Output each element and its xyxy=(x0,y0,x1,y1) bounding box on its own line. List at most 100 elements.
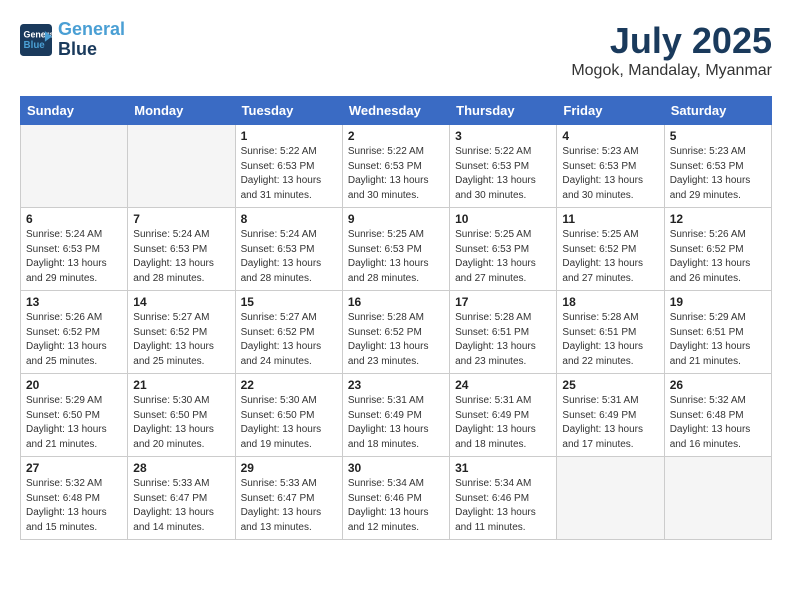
day-number: 19 xyxy=(670,295,766,309)
day-number: 1 xyxy=(241,129,337,143)
day-number: 26 xyxy=(670,378,766,392)
day-number: 20 xyxy=(26,378,122,392)
day-number: 13 xyxy=(26,295,122,309)
calendar-cell: 23Sunrise: 5:31 AM Sunset: 6:49 PM Dayli… xyxy=(342,374,449,457)
day-info: Sunrise: 5:23 AM Sunset: 6:53 PM Dayligh… xyxy=(670,145,766,203)
month-year: July 2025 xyxy=(571,20,772,62)
calendar-week-row: 27 Sunrise: 5:32 AM Sunset: 6:48 PM Dayli… xyxy=(21,457,772,540)
day-number: 9 xyxy=(348,212,444,226)
day-info: Sunrise: 5:24 AM Sunset: 6:53 PM Dayligh… xyxy=(241,228,337,286)
logo-icon: General Blue xyxy=(20,24,52,56)
day-info: Sunrise: 5:30 AM Sunset: 6:50 PM Dayligh… xyxy=(133,394,229,452)
day-number: 12 xyxy=(670,212,766,226)
calendar-cell: 13 Sunrise: 5:26 AM Sunset: 6:52 PM Dayli… xyxy=(21,291,128,374)
day-number: 11 xyxy=(562,212,658,226)
day-number: 16 xyxy=(348,295,444,309)
page-header: General Blue GeneralBlue July 2025 Mogok… xyxy=(20,20,772,80)
day-number: 14 xyxy=(133,295,229,309)
title-block: July 2025 Mogok, Mandalay, Myanmar xyxy=(571,20,772,80)
day-number: 27 xyxy=(26,461,122,475)
day-number: 31 xyxy=(455,461,551,475)
day-info: Sunrise: 5:23 AM Sunset: 6:53 PM Dayligh… xyxy=(562,145,658,203)
calendar-cell: 31 Sunrise: 5:34 AM Sunset: 6:46 PM Dayli… xyxy=(450,457,557,540)
day-info: Sunrise: 5:31 AM Sunset: 6:49 PM Dayligh… xyxy=(455,394,551,452)
day-number: 8 xyxy=(241,212,337,226)
calendar-cell xyxy=(21,125,128,208)
calendar-cell: 18Sunrise: 5:28 AM Sunset: 6:51 PM Dayli… xyxy=(557,291,664,374)
calendar-cell: 2Sunrise: 5:22 AM Sunset: 6:53 PM Daylig… xyxy=(342,125,449,208)
calendar-cell: 9Sunrise: 5:25 AM Sunset: 6:53 PM Daylig… xyxy=(342,208,449,291)
calendar-cell: 8 Sunrise: 5:24 AM Sunset: 6:53 PM Daylig… xyxy=(235,208,342,291)
calendar-cell: 15 Sunrise: 5:27 AM Sunset: 6:52 PM Dayli… xyxy=(235,291,342,374)
calendar-week-row: 13 Sunrise: 5:26 AM Sunset: 6:52 PM Dayli… xyxy=(21,291,772,374)
day-info: Sunrise: 5:32 AM Sunset: 6:48 PM Dayligh… xyxy=(26,477,122,535)
day-info: Sunrise: 5:27 AM Sunset: 6:52 PM Dayligh… xyxy=(133,311,229,369)
day-number: 15 xyxy=(241,295,337,309)
calendar-cell: 24 Sunrise: 5:31 AM Sunset: 6:49 PM Dayli… xyxy=(450,374,557,457)
day-number: 30 xyxy=(348,461,444,475)
day-info: Sunrise: 5:26 AM Sunset: 6:52 PM Dayligh… xyxy=(670,228,766,286)
weekday-header: Friday xyxy=(557,97,664,125)
calendar-cell: 14 Sunrise: 5:27 AM Sunset: 6:52 PM Dayli… xyxy=(128,291,235,374)
calendar-cell xyxy=(128,125,235,208)
calendar-cell: 17 Sunrise: 5:28 AM Sunset: 6:51 PM Dayli… xyxy=(450,291,557,374)
day-number: 17 xyxy=(455,295,551,309)
day-info: Sunrise: 5:24 AM Sunset: 6:53 PM Dayligh… xyxy=(133,228,229,286)
calendar-cell xyxy=(557,457,664,540)
calendar-week-row: 1 Sunrise: 5:22 AM Sunset: 6:53 PM Daylig… xyxy=(21,125,772,208)
calendar-cell: 11 Sunrise: 5:25 AM Sunset: 6:52 PM Dayli… xyxy=(557,208,664,291)
day-info: Sunrise: 5:34 AM Sunset: 6:46 PM Dayligh… xyxy=(455,477,551,535)
day-number: 2 xyxy=(348,129,444,143)
logo: General Blue GeneralBlue xyxy=(20,20,125,60)
weekday-header: Thursday xyxy=(450,97,557,125)
day-number: 10 xyxy=(455,212,551,226)
day-info: Sunrise: 5:34 AM Sunset: 6:46 PM Dayligh… xyxy=(348,477,444,535)
weekday-header-row: SundayMondayTuesdayWednesdayThursdayFrid… xyxy=(21,97,772,125)
weekday-header: Sunday xyxy=(21,97,128,125)
calendar-cell: 19Sunrise: 5:29 AM Sunset: 6:51 PM Dayli… xyxy=(664,291,771,374)
calendar-week-row: 20 Sunrise: 5:29 AM Sunset: 6:50 PM Dayli… xyxy=(21,374,772,457)
day-number: 23 xyxy=(348,378,444,392)
calendar-table: SundayMondayTuesdayWednesdayThursdayFrid… xyxy=(20,96,772,540)
calendar-cell: 25Sunrise: 5:31 AM Sunset: 6:49 PM Dayli… xyxy=(557,374,664,457)
calendar-cell: 29 Sunrise: 5:33 AM Sunset: 6:47 PM Dayli… xyxy=(235,457,342,540)
calendar-cell: 3Sunrise: 5:22 AM Sunset: 6:53 PM Daylig… xyxy=(450,125,557,208)
weekday-header: Tuesday xyxy=(235,97,342,125)
day-info: Sunrise: 5:25 AM Sunset: 6:52 PM Dayligh… xyxy=(562,228,658,286)
day-number: 21 xyxy=(133,378,229,392)
calendar-cell: 1 Sunrise: 5:22 AM Sunset: 6:53 PM Daylig… xyxy=(235,125,342,208)
day-info: Sunrise: 5:27 AM Sunset: 6:52 PM Dayligh… xyxy=(241,311,337,369)
day-number: 29 xyxy=(241,461,337,475)
calendar-cell: 20 Sunrise: 5:29 AM Sunset: 6:50 PM Dayli… xyxy=(21,374,128,457)
day-info: Sunrise: 5:22 AM Sunset: 6:53 PM Dayligh… xyxy=(241,145,337,203)
day-info: Sunrise: 5:24 AM Sunset: 6:53 PM Dayligh… xyxy=(26,228,122,286)
svg-text:Blue: Blue xyxy=(24,40,46,51)
calendar-week-row: 6 Sunrise: 5:24 AM Sunset: 6:53 PM Daylig… xyxy=(21,208,772,291)
day-info: Sunrise: 5:26 AM Sunset: 6:52 PM Dayligh… xyxy=(26,311,122,369)
weekday-header: Monday xyxy=(128,97,235,125)
day-number: 22 xyxy=(241,378,337,392)
day-number: 4 xyxy=(562,129,658,143)
calendar-cell: 16 Sunrise: 5:28 AM Sunset: 6:52 PM Dayli… xyxy=(342,291,449,374)
day-number: 24 xyxy=(455,378,551,392)
calendar-cell: 22Sunrise: 5:30 AM Sunset: 6:50 PM Dayli… xyxy=(235,374,342,457)
calendar-cell: 6 Sunrise: 5:24 AM Sunset: 6:53 PM Daylig… xyxy=(21,208,128,291)
day-info: Sunrise: 5:28 AM Sunset: 6:51 PM Dayligh… xyxy=(562,311,658,369)
day-number: 5 xyxy=(670,129,766,143)
weekday-header: Saturday xyxy=(664,97,771,125)
day-info: Sunrise: 5:33 AM Sunset: 6:47 PM Dayligh… xyxy=(133,477,229,535)
day-info: Sunrise: 5:28 AM Sunset: 6:52 PM Dayligh… xyxy=(348,311,444,369)
day-info: Sunrise: 5:33 AM Sunset: 6:47 PM Dayligh… xyxy=(241,477,337,535)
calendar-cell: 21 Sunrise: 5:30 AM Sunset: 6:50 PM Dayli… xyxy=(128,374,235,457)
day-number: 6 xyxy=(26,212,122,226)
day-number: 25 xyxy=(562,378,658,392)
day-info: Sunrise: 5:29 AM Sunset: 6:50 PM Dayligh… xyxy=(26,394,122,452)
calendar-cell xyxy=(664,457,771,540)
day-number: 3 xyxy=(455,129,551,143)
calendar-cell: 10Sunrise: 5:25 AM Sunset: 6:53 PM Dayli… xyxy=(450,208,557,291)
day-number: 28 xyxy=(133,461,229,475)
calendar-cell: 12 Sunrise: 5:26 AM Sunset: 6:52 PM Dayli… xyxy=(664,208,771,291)
day-info: Sunrise: 5:28 AM Sunset: 6:51 PM Dayligh… xyxy=(455,311,551,369)
calendar-cell: 30 Sunrise: 5:34 AM Sunset: 6:46 PM Dayli… xyxy=(342,457,449,540)
calendar-cell: 4 Sunrise: 5:23 AM Sunset: 6:53 PM Daylig… xyxy=(557,125,664,208)
